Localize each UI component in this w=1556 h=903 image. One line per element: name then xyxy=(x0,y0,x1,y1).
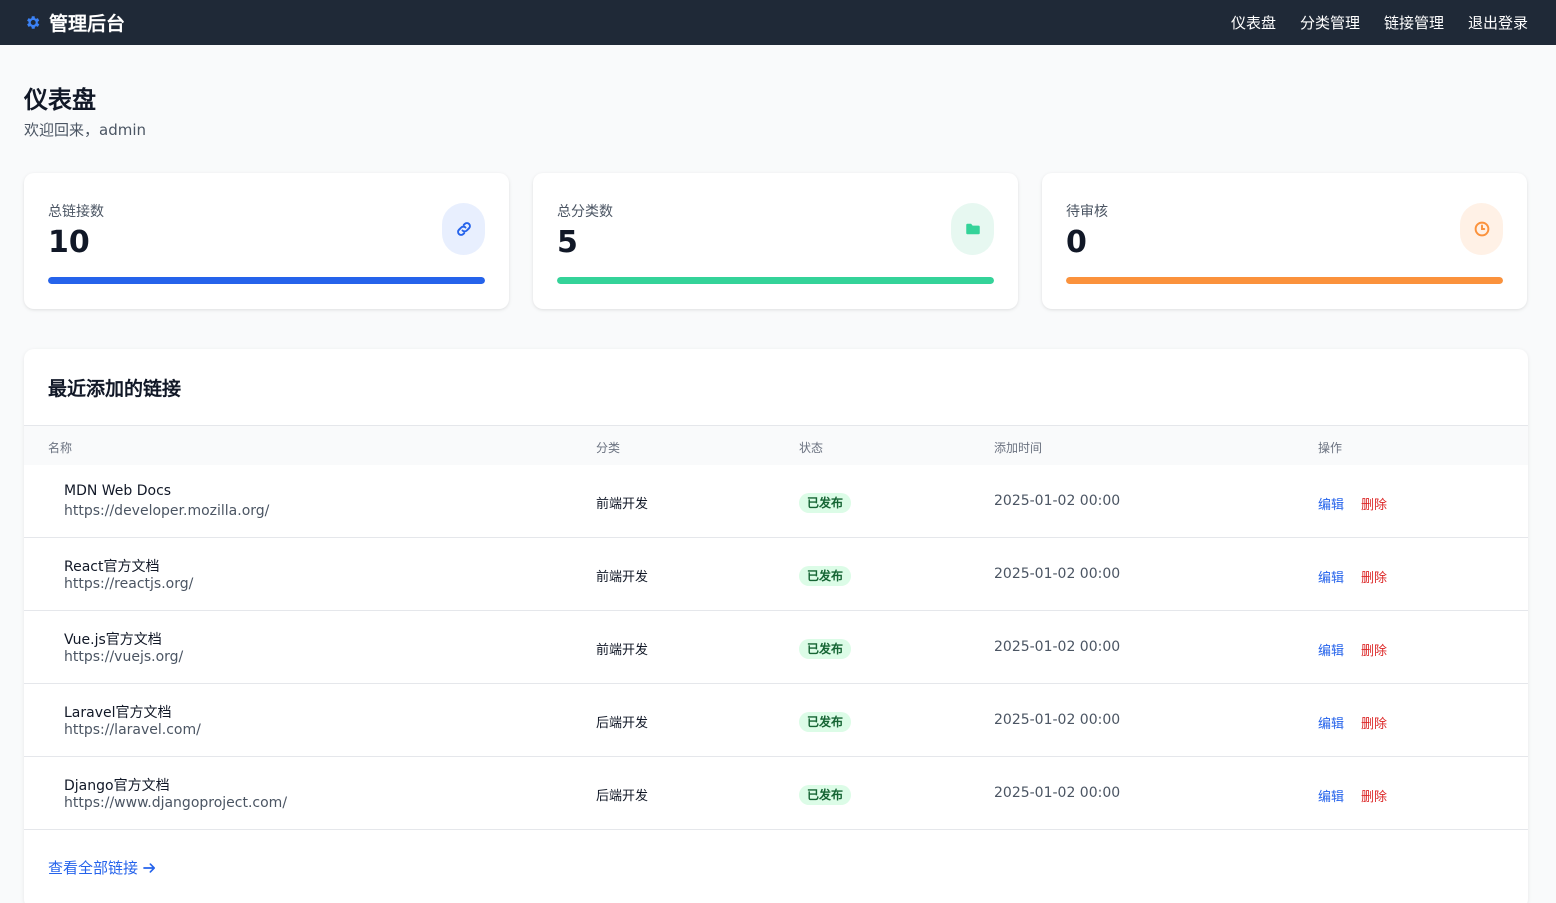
stat-progress-bar xyxy=(1066,277,1503,284)
status-badge: 已发布 xyxy=(799,712,852,732)
nav-logout[interactable]: 退出登录 xyxy=(1468,12,1528,33)
brand-title: 管理后台 xyxy=(49,13,126,35)
nav-dashboard[interactable]: 仪表盘 xyxy=(1231,12,1276,33)
column-actions: 操作 xyxy=(1318,441,1343,455)
stat-progress-bar xyxy=(48,277,485,284)
arrow-right-icon xyxy=(143,862,156,873)
stat-progress-bar xyxy=(557,277,994,284)
nav-links[interactable]: 链接管理 xyxy=(1384,12,1444,33)
link-time: 2025-01-02 00:00 xyxy=(994,785,1121,801)
recent-links-panel: 最近添加的链接 名称 分类 状态 添加时间 操作 MDN Web Docs ht… xyxy=(24,349,1528,903)
column-category: 分类 xyxy=(596,441,621,455)
gear-icon xyxy=(27,16,40,29)
stat-card-categories: 总分类数 5 xyxy=(533,173,1018,309)
table-row: Vue.js官方文档 https://vuejs.org/ 前端开发 已发布 2… xyxy=(24,611,1528,684)
delete-button[interactable]: 删除 xyxy=(1361,640,1387,659)
stat-progress-fill xyxy=(1066,277,1503,284)
top-nav: 仪表盘 分类管理 链接管理 退出登录 xyxy=(1231,12,1528,33)
link-category: 后端开发 xyxy=(596,716,649,731)
delete-button[interactable]: 删除 xyxy=(1361,567,1387,586)
edit-button[interactable]: 编辑 xyxy=(1318,640,1344,659)
table-row: Laravel官方文档 https://laravel.com/ 后端开发 已发… xyxy=(24,684,1528,757)
link-time: 2025-01-02 00:00 xyxy=(994,566,1121,582)
stat-icon-badge xyxy=(442,203,485,255)
status-badge: 已发布 xyxy=(799,785,852,805)
link-category: 前端开发 xyxy=(596,497,649,512)
link-name: MDN Web Docs xyxy=(64,483,172,499)
edit-button[interactable]: 编辑 xyxy=(1318,786,1344,805)
page-title: 仪表盘 xyxy=(24,86,96,114)
link-category: 前端开发 xyxy=(596,570,649,585)
view-all-links-link[interactable]: 查看全部链接 xyxy=(48,857,156,878)
link-time: 2025-01-02 00:00 xyxy=(994,493,1121,509)
table-row: MDN Web Docs https://developer.mozilla.o… xyxy=(24,465,1528,538)
link-url[interactable]: https://vuejs.org/ xyxy=(64,649,183,665)
stat-label: 总链接数 xyxy=(48,204,104,220)
link-name: Laravel官方文档 xyxy=(64,705,172,721)
stat-label: 总分类数 xyxy=(557,204,613,220)
delete-button[interactable]: 删除 xyxy=(1361,713,1387,732)
link-name: Vue.js官方文档 xyxy=(64,632,162,648)
edit-button[interactable]: 编辑 xyxy=(1318,494,1344,513)
column-status: 状态 xyxy=(799,441,824,455)
clock-icon xyxy=(1474,221,1489,237)
column-name: 名称 xyxy=(48,441,73,455)
link-url[interactable]: https://developer.mozilla.org/ xyxy=(64,503,269,519)
link-time: 2025-01-02 00:00 xyxy=(994,639,1121,655)
link-url[interactable]: https://reactjs.org/ xyxy=(64,576,193,592)
top-navbar: 管理后台 仪表盘 分类管理 链接管理 退出登录 xyxy=(0,0,1556,45)
link-name: Django官方文档 xyxy=(64,778,170,794)
table-row: Django官方文档 https://www.djangoproject.com… xyxy=(24,757,1528,830)
stat-value: 0 xyxy=(1066,225,1087,260)
stat-icon-badge xyxy=(951,203,994,255)
stat-card-pending: 待审核 0 xyxy=(1042,173,1527,309)
column-time: 添加时间 xyxy=(994,441,1043,455)
link-category: 后端开发 xyxy=(596,789,649,804)
delete-button[interactable]: 删除 xyxy=(1361,786,1387,805)
stat-card-links: 总链接数 10 xyxy=(24,173,509,309)
status-badge: 已发布 xyxy=(799,639,852,659)
stat-value: 5 xyxy=(557,225,578,260)
folder-icon xyxy=(965,223,980,235)
table-header: 名称 分类 状态 添加时间 操作 xyxy=(24,425,1528,465)
delete-button[interactable]: 删除 xyxy=(1361,494,1387,513)
stat-progress-fill xyxy=(48,277,485,284)
status-badge: 已发布 xyxy=(799,566,852,586)
view-all-label: 查看全部链接 xyxy=(48,859,139,877)
stat-value: 10 xyxy=(48,225,90,260)
panel-title: 最近添加的链接 xyxy=(48,378,182,400)
welcome-text: 欢迎回来，admin xyxy=(24,121,147,139)
link-icon xyxy=(456,222,471,236)
link-time: 2025-01-02 00:00 xyxy=(994,712,1121,728)
stat-icon-badge xyxy=(1460,203,1503,255)
edit-button[interactable]: 编辑 xyxy=(1318,713,1344,732)
link-name: React官方文档 xyxy=(64,559,160,575)
stat-progress-fill xyxy=(557,277,994,284)
link-category: 前端开发 xyxy=(596,643,649,658)
link-url[interactable]: https://www.djangoproject.com/ xyxy=(64,795,287,811)
stat-label: 待审核 xyxy=(1066,204,1108,220)
link-url[interactable]: https://laravel.com/ xyxy=(64,722,201,738)
nav-categories[interactable]: 分类管理 xyxy=(1300,12,1360,33)
status-badge: 已发布 xyxy=(799,493,852,513)
brand[interactable]: 管理后台 xyxy=(24,9,125,36)
table-row: React官方文档 https://reactjs.org/ 前端开发 已发布 … xyxy=(24,538,1528,611)
edit-button[interactable]: 编辑 xyxy=(1318,567,1344,586)
